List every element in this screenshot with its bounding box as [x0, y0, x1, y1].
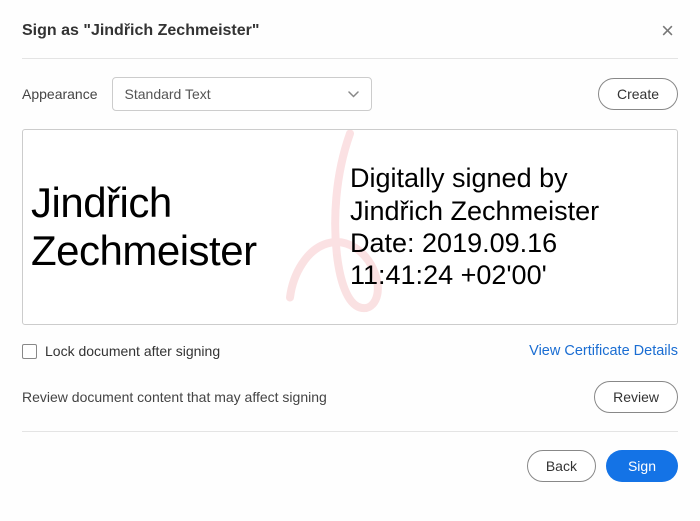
signature-signed-by: Digitally signed by	[350, 162, 669, 194]
lock-label: Lock document after signing	[45, 343, 220, 359]
appearance-selected-value: Standard Text	[125, 86, 211, 102]
signature-name-block: Jindřich Zechmeister	[31, 140, 350, 314]
lock-checkbox-wrap[interactable]: Lock document after signing	[22, 343, 220, 359]
lock-row: Lock document after signing View Certifi…	[22, 343, 678, 359]
dialog-header: Sign as "Jindřich Zechmeister" ×	[22, 20, 678, 59]
signature-date: Date: 2019.09.16	[350, 227, 669, 259]
sign-button[interactable]: Sign	[606, 450, 678, 482]
appearance-select[interactable]: Standard Text	[112, 77, 372, 111]
create-button[interactable]: Create	[598, 78, 678, 110]
signature-name-line2: Zechmeister	[31, 227, 350, 275]
appearance-label: Appearance	[22, 86, 98, 102]
dialog-footer: Back Sign	[22, 450, 678, 482]
review-row: Review document content that may affect …	[22, 381, 678, 432]
lock-checkbox[interactable]	[22, 344, 37, 359]
review-text: Review document content that may affect …	[22, 389, 327, 405]
signature-signer-name: Jindřich Zechmeister	[350, 195, 669, 227]
review-button[interactable]: Review	[594, 381, 678, 413]
signature-name-line1: Jindřich	[31, 179, 350, 227]
signature-time: 11:41:24 +02'00'	[350, 259, 669, 291]
appearance-row: Appearance Standard Text Create	[22, 77, 678, 111]
view-certificate-link[interactable]: View Certificate Details	[529, 343, 678, 359]
signature-preview: Jindřich Zechmeister Digitally signed by…	[22, 129, 678, 325]
chevron-down-icon	[348, 87, 359, 101]
back-button[interactable]: Back	[527, 450, 596, 482]
close-icon[interactable]: ×	[657, 20, 678, 42]
signature-details-block: Digitally signed by Jindřich Zechmeister…	[350, 140, 669, 314]
dialog-title: Sign as "Jindřich Zechmeister"	[22, 22, 259, 40]
